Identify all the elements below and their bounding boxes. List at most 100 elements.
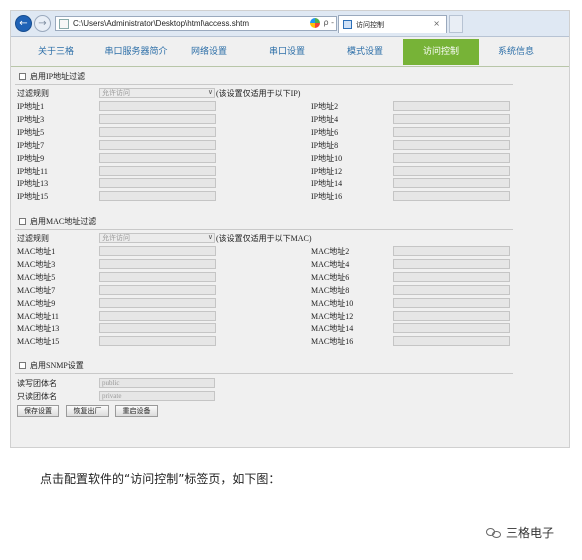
mac-address-input-1[interactable] — [99, 246, 216, 256]
mac-enable-checkbox[interactable] — [19, 218, 26, 225]
tab-2[interactable]: 串口服务器简介 — [93, 39, 179, 65]
ip-address-label-6: IP地址6 — [311, 127, 339, 137]
search-icon[interactable]: ρ - — [323, 18, 334, 28]
mac-divider — [15, 229, 513, 230]
tab-5[interactable]: 模式设置 — [335, 39, 395, 65]
compat-view-icon[interactable] — [310, 18, 321, 28]
ip-address-label-4: IP地址4 — [311, 114, 339, 124]
mac-address-input-12[interactable] — [393, 310, 510, 321]
mac-address-input-7[interactable] — [99, 284, 216, 295]
mac-rule-select[interactable]: 允许访问 ∨ — [99, 233, 215, 243]
mac-address-input-13[interactable] — [99, 323, 216, 334]
mac-address-input-3[interactable] — [99, 258, 216, 269]
browser-screenshot: ← → C:\Users\Administrator\Desktop\html\… — [10, 10, 570, 448]
ip-address-input-13[interactable] — [99, 178, 216, 189]
mac-address-input-9[interactable] — [99, 297, 216, 308]
mac-address-input-16[interactable] — [393, 336, 510, 347]
ip-address-label-7: IP地址7 — [17, 140, 45, 150]
address-bar[interactable]: C:\Users\Administrator\Desktop\html\acce… — [55, 16, 337, 31]
top-menu: 关于三格 串口服务器简介 网络设置 串口设置 模式设置 访问控制 系统信息 — [11, 39, 569, 65]
forward-button[interactable]: → — [34, 15, 51, 32]
back-arrow-icon: ← — [19, 18, 28, 29]
mac-section-title: 启用MAC地址过滤 — [30, 217, 97, 226]
mac-address-input-10[interactable] — [393, 297, 510, 308]
mac-address-label-14: MAC地址14 — [311, 324, 354, 334]
mac-address-label-4: MAC地址4 — [311, 259, 350, 269]
mac-address-label-9: MAC地址9 — [17, 298, 56, 308]
ip-enable-checkbox[interactable] — [19, 73, 26, 80]
ip-address-input-14[interactable] — [393, 178, 510, 189]
tab-4[interactable]: 串口设置 — [257, 39, 317, 65]
back-button[interactable]: ← — [15, 15, 32, 32]
reboot-button[interactable]: 重启设备 — [115, 405, 158, 417]
new-tab-button[interactable] — [449, 15, 463, 33]
watermark: 三格电子 — [486, 524, 554, 541]
watermark-text: 三格电子 — [506, 526, 555, 540]
ip-address-input-4[interactable] — [393, 113, 510, 124]
ip-address-input-11[interactable] — [99, 165, 216, 176]
ip-address-label-15: IP地址15 — [17, 192, 49, 202]
close-tab-icon[interactable]: × — [433, 19, 440, 28]
ip-address-input-7[interactable] — [99, 139, 216, 150]
browser-tab[interactable]: 访问控制 × — [338, 15, 447, 33]
ip-address-input-2[interactable] — [393, 101, 510, 111]
snmp-rw-input[interactable]: public — [99, 378, 215, 388]
ip-address-input-3[interactable] — [99, 113, 216, 124]
restore-defaults-button[interactable]: 恢复出厂 — [66, 405, 109, 417]
mac-address-label-13: MAC地址13 — [17, 324, 60, 334]
ip-address-label-8: IP地址8 — [311, 140, 339, 150]
mac-address-input-2[interactable] — [393, 246, 510, 256]
mac-address-label-3: MAC地址3 — [17, 259, 56, 269]
mac-address-input-8[interactable] — [393, 284, 510, 295]
mac-address-input-6[interactable] — [393, 271, 510, 282]
save-button[interactable]: 保存设置 — [17, 405, 59, 417]
ip-address-input-1[interactable] — [99, 101, 216, 111]
ip-rule-note: (该设置仅适用于以下IP) — [216, 89, 301, 98]
ip-address-input-15[interactable] — [99, 191, 216, 202]
chevron-down-icon: ∨ — [207, 88, 213, 96]
address-url: C:\Users\Administrator\Desktop\html\acce… — [73, 19, 250, 28]
ip-address-input-8[interactable] — [393, 139, 510, 150]
mac-address-label-15: MAC地址15 — [17, 337, 60, 347]
mac-address-input-5[interactable] — [99, 271, 216, 282]
ip-address-input-6[interactable] — [393, 126, 510, 137]
tab-3[interactable]: 网络设置 — [179, 39, 239, 65]
ip-address-input-12[interactable] — [393, 165, 510, 176]
tab-7[interactable]: 系统信息 — [491, 39, 541, 65]
ip-address-label-9: IP地址9 — [17, 153, 45, 163]
mac-address-input-11[interactable] — [99, 310, 216, 321]
chevron-down-icon: ∨ — [207, 233, 213, 241]
mac-rule-value: 允许访问 — [102, 234, 130, 242]
ip-rule-value: 允许访问 — [102, 89, 130, 97]
mac-address-label-16: MAC地址16 — [311, 337, 354, 347]
snmp-ro-input[interactable]: private — [99, 391, 215, 401]
snmp-enable-checkbox[interactable] — [19, 362, 26, 369]
address-tools: ρ - — [310, 18, 334, 28]
ip-address-label-3: IP地址3 — [17, 114, 45, 124]
tab-title: 访问控制 — [356, 20, 384, 29]
ip-rule-select[interactable]: 允许访问 ∨ — [99, 88, 215, 98]
browser-chrome: ← → C:\Users\Administrator\Desktop\html\… — [11, 11, 569, 37]
menu-divider — [11, 66, 569, 67]
snmp-ro-value: private — [102, 392, 122, 400]
mac-address-label-10: MAC地址10 — [311, 298, 354, 308]
ip-address-input-16[interactable] — [393, 191, 510, 202]
mac-address-label-8: MAC地址8 — [311, 285, 350, 295]
mac-address-label-7: MAC地址7 — [17, 285, 56, 295]
snmp-rw-label: 读写团体名 — [17, 379, 57, 388]
ip-address-input-10[interactable] — [393, 152, 510, 163]
tab-6[interactable]: 访问控制 — [403, 39, 479, 65]
snmp-divider — [15, 373, 513, 374]
tab-1[interactable]: 关于三格 — [29, 39, 83, 65]
mac-address-input-4[interactable] — [393, 258, 510, 269]
ip-address-input-9[interactable] — [99, 152, 216, 163]
ip-address-input-5[interactable] — [99, 126, 216, 137]
mac-rule-label: 过滤规则 — [17, 234, 49, 243]
ip-address-label-2: IP地址2 — [311, 102, 339, 111]
mac-address-label-2: MAC地址2 — [311, 247, 350, 256]
mac-address-input-14[interactable] — [393, 323, 510, 334]
ip-address-label-10: IP地址10 — [311, 153, 343, 163]
mac-address-label-11: MAC地址11 — [17, 311, 59, 321]
snmp-section-title: 启用SNMP设置 — [30, 361, 84, 370]
mac-address-input-15[interactable] — [99, 336, 216, 347]
